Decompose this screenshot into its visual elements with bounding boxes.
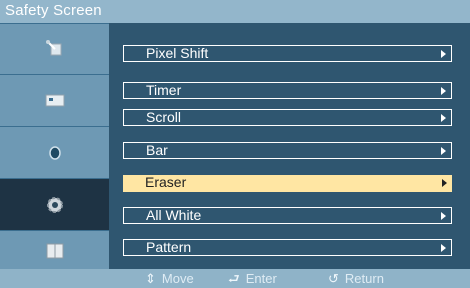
- chevron-right-icon: [441, 87, 446, 95]
- osd-window: Safety Screen Pixel Shift Timer Scroll B…: [0, 0, 470, 288]
- return-label: Return: [344, 271, 384, 286]
- sidebar: [0, 23, 109, 269]
- return-hint: ↺ Return: [328, 270, 384, 287]
- chevron-right-icon: [441, 244, 446, 252]
- sidebar-item-picture[interactable]: [0, 74, 109, 126]
- menu-item-pixel-shift[interactable]: Pixel Shift: [123, 45, 452, 62]
- menu-item-pattern[interactable]: Pattern: [123, 239, 452, 256]
- sound-icon: [49, 146, 61, 160]
- menu-item-bar[interactable]: Bar: [123, 142, 452, 159]
- gear-icon: [47, 197, 63, 213]
- menu-item-label: Pixel Shift: [146, 45, 209, 61]
- menu-item-label: Bar: [146, 142, 168, 158]
- menu-item-label: Timer: [146, 82, 182, 98]
- sidebar-item-channel[interactable]: [0, 23, 109, 74]
- sidebar-item-sound[interactable]: [0, 126, 109, 178]
- monitor-screen-icon: [45, 94, 65, 107]
- move-icon: ⇕: [145, 271, 156, 286]
- chevron-right-icon: [441, 50, 446, 58]
- menu-item-label: All White: [146, 207, 202, 223]
- chevron-right-icon: [442, 179, 447, 187]
- menu-item-label: Scroll: [146, 109, 182, 125]
- menu-item-label: Eraser: [145, 174, 187, 190]
- menu-item-label: Pattern: [146, 239, 192, 255]
- chevron-right-icon: [441, 212, 446, 220]
- menu-item-scroll[interactable]: Scroll: [123, 109, 452, 126]
- title-bar: Safety Screen: [0, 0, 470, 23]
- move-hint: ⇕ Move: [145, 270, 194, 287]
- chevron-right-icon: [441, 147, 446, 155]
- book-icon: [46, 243, 64, 259]
- chevron-right-icon: [441, 114, 446, 122]
- sidebar-item-setup[interactable]: [0, 178, 109, 230]
- enter-icon: ⮐: [228, 271, 240, 286]
- return-icon: ↺: [328, 271, 339, 286]
- menu-item-eraser[interactable]: Eraser: [123, 175, 452, 192]
- enter-hint: ⮐ Enter: [228, 270, 277, 287]
- footer-hint-bar: ⇕ Move ⮐ Enter ↺ Return: [0, 269, 470, 288]
- menu-item-timer[interactable]: Timer: [123, 82, 452, 99]
- satellite-dish-icon: [46, 40, 62, 56]
- move-label: Move: [161, 271, 194, 286]
- enter-label: Enter: [245, 271, 277, 286]
- menu-item-all-white[interactable]: All White: [123, 207, 452, 224]
- page-title: Safety Screen: [5, 2, 102, 19]
- sidebar-item-support[interactable]: [0, 230, 109, 269]
